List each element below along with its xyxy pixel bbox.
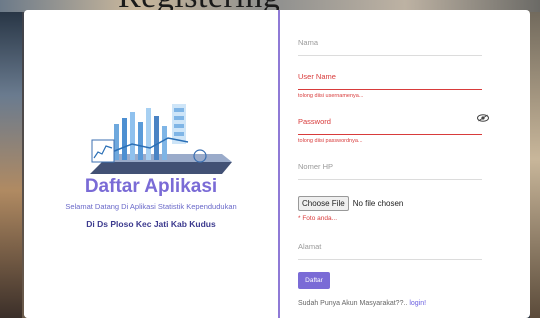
background-left [0, 0, 22, 318]
photo-file-input[interactable]: Choose File No file chosen [298, 196, 403, 211]
eye-icon[interactable] [477, 114, 489, 122]
password-error: tolong diisi passwordnya... [298, 138, 363, 144]
password-underline [298, 134, 482, 135]
alamat-placeholder: Alamat [298, 242, 322, 251]
nama-placeholder: Nama [298, 38, 319, 47]
nama-field[interactable]: Nama [298, 38, 482, 56]
username-underline [298, 89, 482, 90]
nama-underline [298, 55, 482, 56]
statistics-illustration [90, 104, 232, 174]
brand-location: Di Ds Ploso Kec Jati Kab Kudus [86, 219, 216, 229]
form-panel: Nama User Name tolong diisi usernamenya.… [280, 10, 530, 318]
choose-file-button[interactable]: Choose File [298, 196, 349, 211]
brand-title: Daftar Aplikasi [84, 176, 218, 197]
username-field[interactable]: User Name tolong diisi usernamenya... [298, 72, 482, 99]
photo-hint: * Foto anda... [298, 215, 338, 222]
alamat-field[interactable]: Alamat [298, 242, 482, 260]
password-placeholder: Password [298, 117, 331, 126]
registration-card: Daftar Aplikasi Selamat Datang Di Aplika… [24, 10, 530, 318]
file-status: No file chosen [352, 199, 404, 208]
login-prompt: Sudah Punya Akun Masyarakat??.. [298, 300, 408, 307]
username-error: tolong diisi usernamenya... [298, 93, 364, 99]
brand-panel: Daftar Aplikasi Selamat Datang Di Aplika… [24, 10, 278, 318]
password-field[interactable]: Password tolong diisi passwordnya... [298, 117, 482, 144]
login-prompt-row: Sudah Punya Akun Masyarakat??.. login! [298, 300, 426, 307]
daftar-button[interactable]: Daftar [298, 272, 330, 289]
username-placeholder: User Name [298, 72, 336, 81]
alamat-underline [298, 259, 482, 260]
background-right [530, 0, 540, 318]
phone-placeholder: Nomer HP [298, 162, 334, 171]
login-link[interactable]: login! [409, 300, 426, 307]
phone-underline [298, 179, 482, 180]
brand-subtitle: Selamat Datang Di Aplikasi Statistik Kep… [65, 202, 237, 211]
phone-field[interactable]: Nomer HP [298, 162, 482, 180]
